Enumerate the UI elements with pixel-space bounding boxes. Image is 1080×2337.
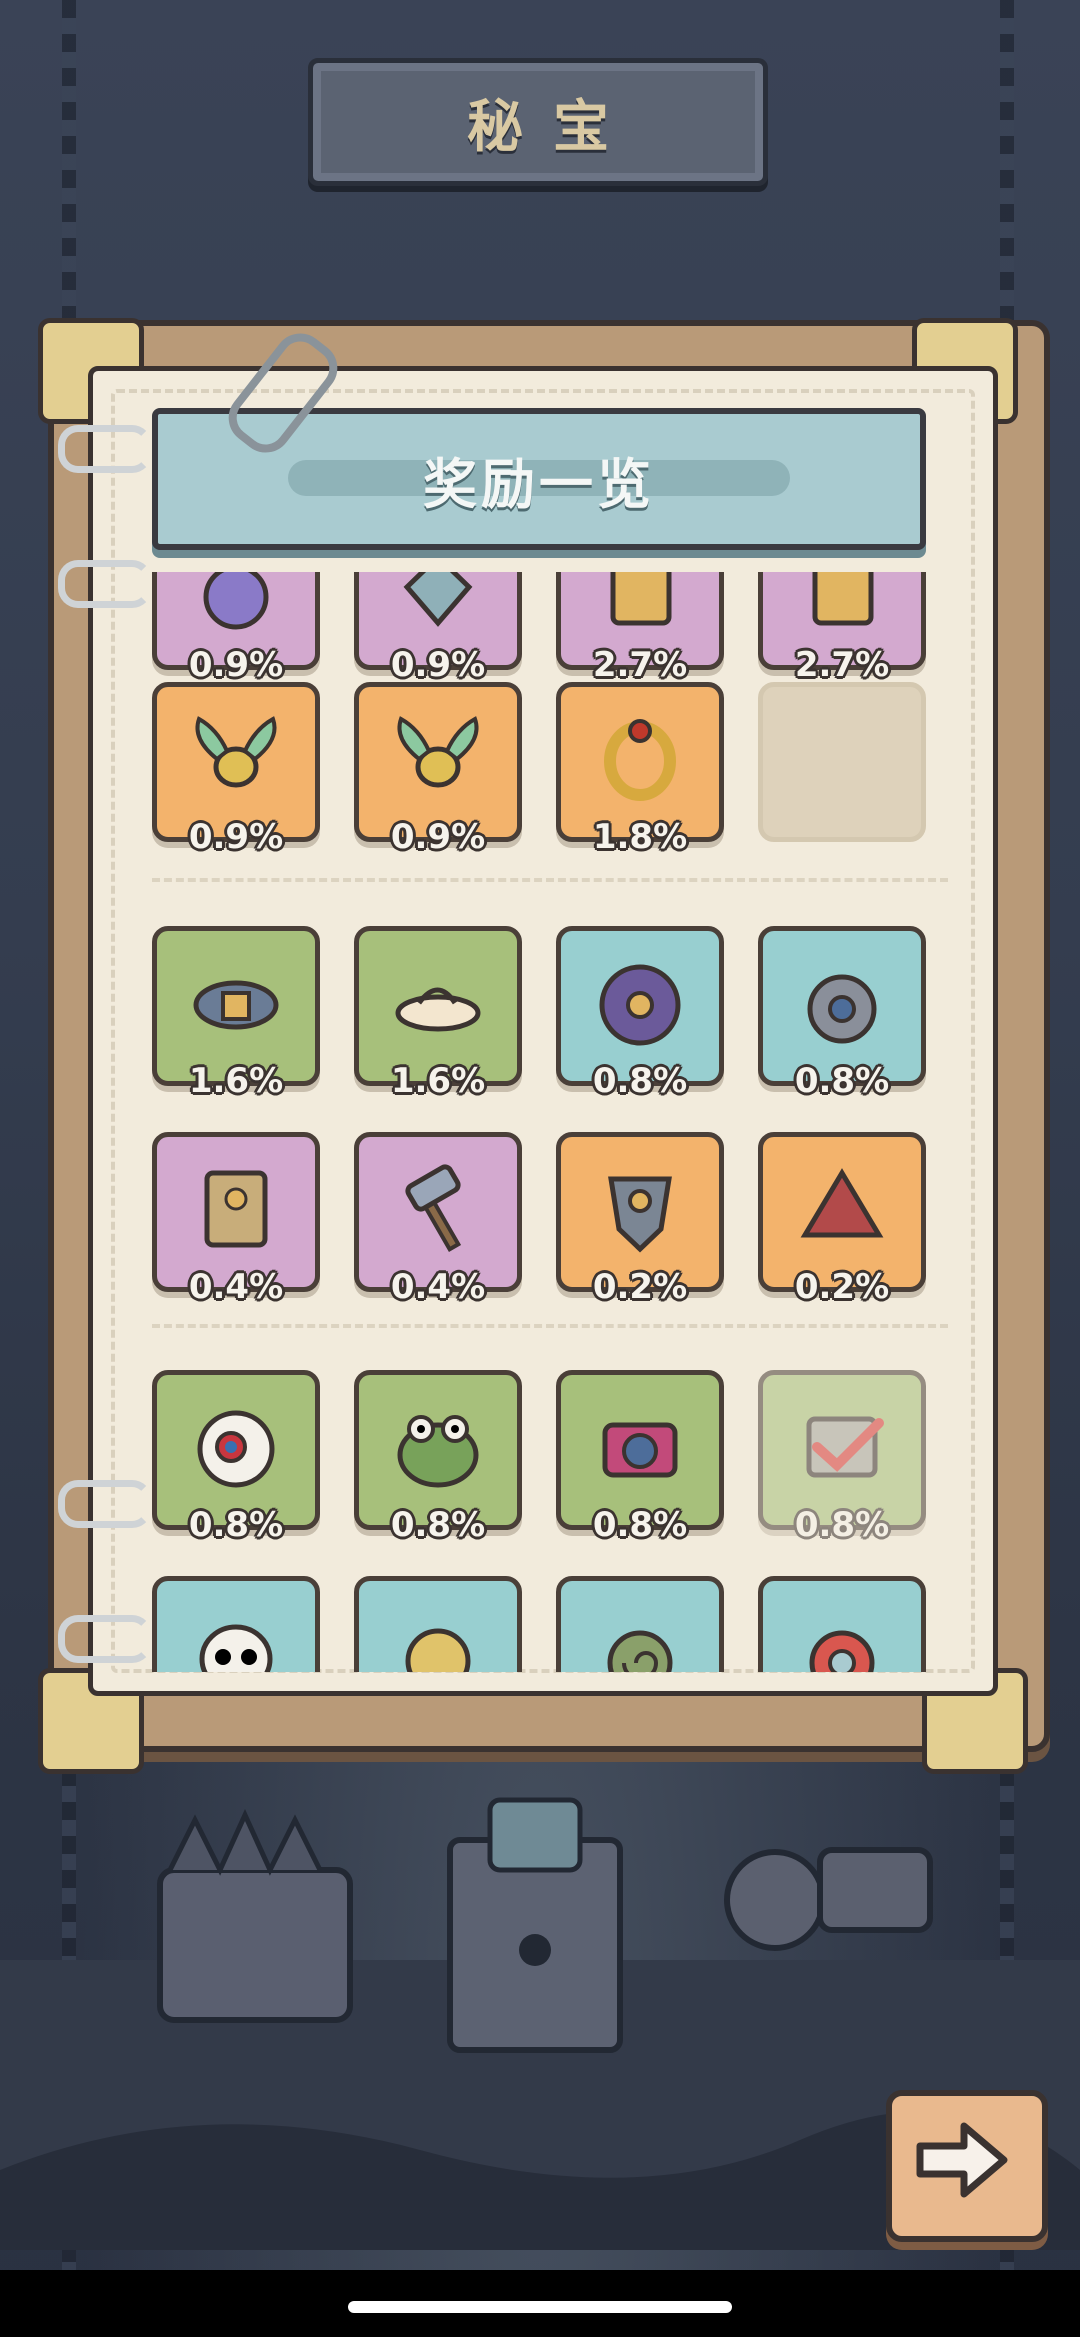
- gem-icon: [389, 572, 487, 633]
- reward-item[interactable]: [152, 1576, 320, 1672]
- reward-item[interactable]: 0.9%: [354, 682, 522, 857]
- reward-item[interactable]: 0.4%: [152, 1132, 320, 1307]
- binder-ring: [58, 1615, 152, 1663]
- page-title: 秘宝: [467, 94, 639, 160]
- drop-rate: 0.2%: [794, 1267, 890, 1307]
- section-divider: [152, 878, 948, 882]
- film-reel-icon: [724, 1847, 933, 1951]
- drop-rate: 1.6%: [188, 1061, 284, 1101]
- reward-item[interactable]: 1.6%: [354, 926, 522, 1101]
- binder-ring: [58, 560, 152, 608]
- reward-item[interactable]: 0.2%: [556, 1132, 724, 1307]
- drop-rate: 0.9%: [390, 817, 486, 857]
- winged-ring-icon: [389, 709, 487, 805]
- scroll-icon: [187, 1159, 285, 1255]
- drop-rate: 0.9%: [188, 645, 284, 685]
- reward-item[interactable]: 1.6%: [152, 926, 320, 1101]
- reward-item[interactable]: 0.8%: [354, 1370, 522, 1545]
- sandal-icon: [389, 953, 487, 1049]
- ring-icon: [591, 709, 689, 805]
- pufferfish-icon: [389, 1603, 487, 1672]
- drop-rate: 0.8%: [592, 1505, 688, 1545]
- reward-item[interactable]: 0.8%: [556, 926, 724, 1101]
- title-plaque: 秘宝: [308, 58, 768, 186]
- orb-icon: [793, 1603, 891, 1672]
- spiked-chest-icon: [157, 1808, 353, 2023]
- drop-rate: 2.7%: [592, 645, 688, 685]
- arrow-right-icon: [916, 2122, 1008, 2198]
- drop-rate: 1.6%: [390, 1061, 486, 1101]
- cape-icon: [793, 1159, 891, 1255]
- drop-rate: 0.8%: [188, 1505, 284, 1545]
- next-button[interactable]: [886, 2090, 1048, 2242]
- reward-item[interactable]: 0.9%: [152, 572, 320, 685]
- reward-item[interactable]: 0.2%: [758, 1132, 926, 1307]
- section-divider: [152, 1324, 948, 1328]
- reward-item[interactable]: [758, 1576, 926, 1672]
- drop-rate: 0.4%: [188, 1267, 284, 1307]
- empty-slot: [758, 682, 926, 842]
- home-indicator[interactable]: [348, 2301, 732, 2313]
- camera-icon: [591, 1397, 689, 1493]
- drop-rate: 0.8%: [592, 1061, 688, 1101]
- card-icon: [793, 572, 891, 633]
- reward-grid[interactable]: 0.9% 0.9% 2.7% 2.7% 0.9% 0.9% 1.8% 1.6% 1.6% 0.8%…: [92, 572, 988, 1672]
- reward-item[interactable]: 2.7%: [556, 572, 724, 685]
- reward-item[interactable]: 0.8%: [758, 926, 926, 1101]
- checked-box-icon: [793, 1397, 891, 1493]
- drop-rate: 0.2%: [592, 1267, 688, 1307]
- reward-item[interactable]: 2.7%: [758, 572, 926, 685]
- jewel-icon: [187, 572, 285, 633]
- diving-helmet-icon: [793, 953, 891, 1049]
- angel-armor-icon: [591, 1159, 689, 1255]
- reward-item[interactable]: [354, 1576, 522, 1672]
- bracelet-icon: [187, 953, 285, 1049]
- drop-rate: 0.4%: [390, 1267, 486, 1307]
- compass-shield-icon: [591, 953, 689, 1049]
- panel-title: 奖励一览: [423, 452, 655, 516]
- reward-item[interactable]: 0.8%: [152, 1370, 320, 1545]
- reward-item[interactable]: 0.8%: [758, 1370, 926, 1545]
- drop-rate: 0.8%: [794, 1505, 890, 1545]
- card-icon: [591, 572, 689, 633]
- reward-item[interactable]: [556, 1576, 724, 1672]
- drop-rate: 1.8%: [592, 817, 688, 857]
- locked-chest-icon: [447, 1797, 623, 2053]
- skull-icon: [187, 1603, 285, 1672]
- drop-rate: 0.9%: [188, 817, 284, 857]
- binder-ring: [58, 1480, 152, 1528]
- binder-ring: [58, 425, 152, 473]
- shell-icon: [591, 1603, 689, 1672]
- winged-ring-icon: [187, 709, 285, 805]
- reward-item[interactable]: 0.4%: [354, 1132, 522, 1307]
- drop-rate: 0.8%: [794, 1061, 890, 1101]
- drop-rate: 0.9%: [390, 645, 486, 685]
- eyeball-icon: [187, 1397, 285, 1493]
- reward-item[interactable]: 0.8%: [556, 1370, 724, 1545]
- reward-item[interactable]: 0.9%: [152, 682, 320, 857]
- drop-rate: 0.8%: [390, 1505, 486, 1545]
- drop-rate: 2.7%: [794, 645, 890, 685]
- reward-item[interactable]: 0.9%: [354, 572, 522, 685]
- reward-item[interactable]: 1.8%: [556, 682, 724, 857]
- hammer-icon: [389, 1159, 487, 1255]
- frog-icon: [389, 1397, 487, 1493]
